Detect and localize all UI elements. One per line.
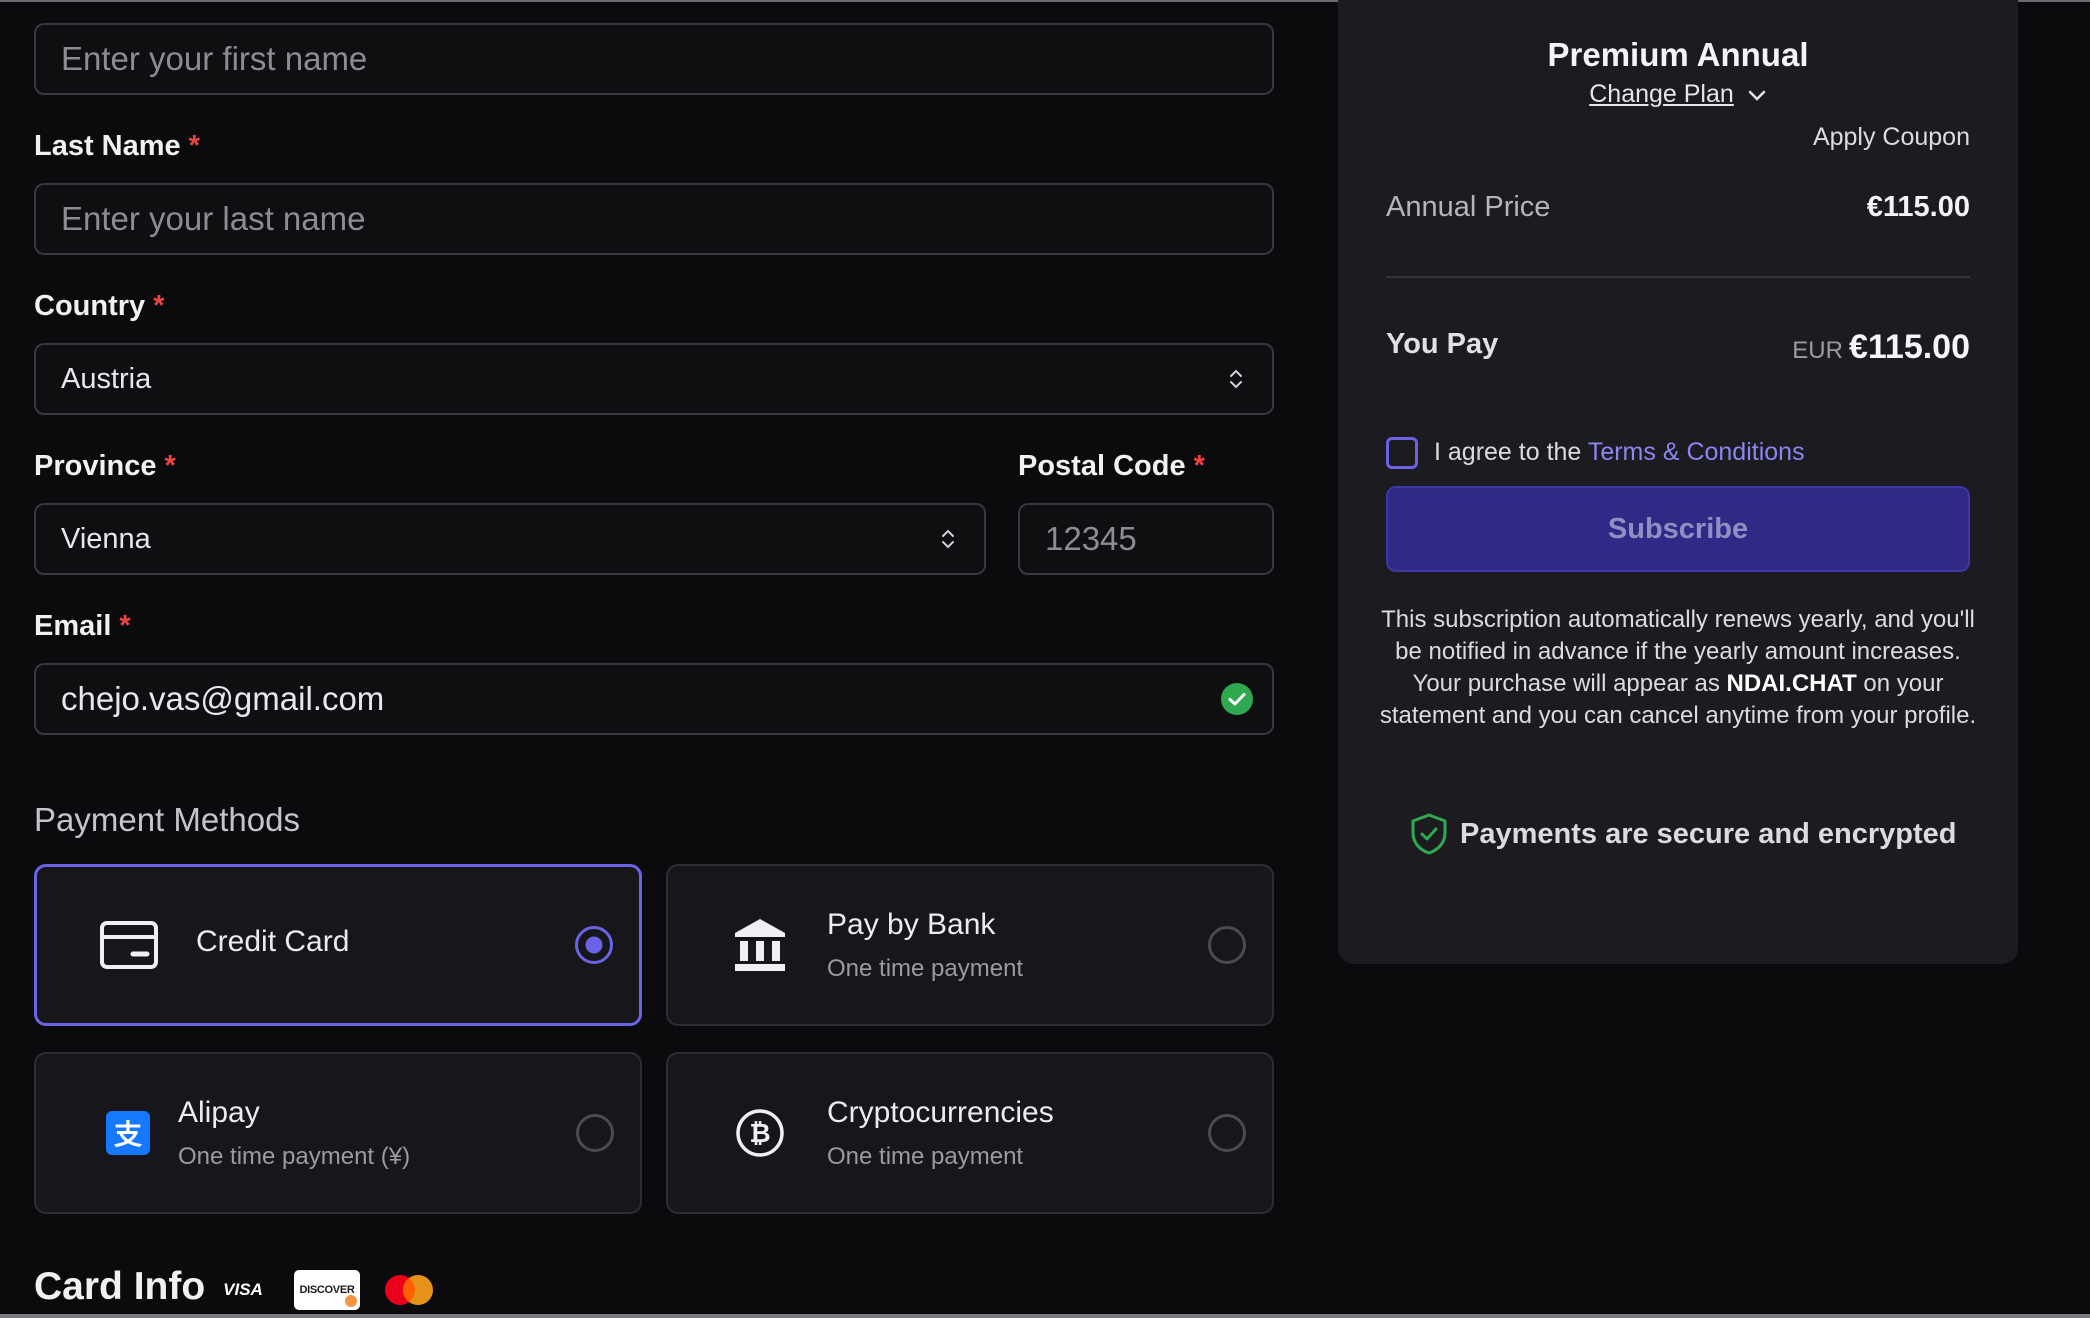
you-pay-label: You Pay — [1386, 328, 1499, 360]
postal-code-input[interactable] — [1045, 520, 1247, 558]
terms-checkbox[interactable] — [1386, 437, 1418, 469]
province-select[interactable]: Vienna — [34, 503, 986, 575]
subscribe-button[interactable]: Subscribe — [1386, 486, 1970, 572]
postal-code-label-text: Postal Code — [1018, 450, 1186, 482]
email-input[interactable] — [61, 680, 1247, 718]
payment-method-title: Credit Card — [196, 925, 350, 958]
card-info-title: Card Info — [34, 1265, 206, 1308]
chevron-down-icon — [1748, 91, 1765, 102]
postal-code-label: Postal Code * — [1018, 450, 1205, 483]
visa-logo-text: VISA — [223, 1280, 263, 1299]
select-chevron-icon — [1230, 369, 1242, 389]
merchant-name: NDAI.CHAT — [1726, 670, 1857, 697]
annual-price-value: €115.00 — [1866, 191, 1970, 223]
first-name-field[interactable] — [34, 23, 1274, 95]
email-label: Email * — [34, 610, 131, 643]
discover-logo-text: DISCOVER — [299, 1284, 355, 1296]
country-label-text: Country — [34, 290, 146, 322]
annual-price-label: Annual Price — [1386, 191, 1551, 223]
svg-text:支: 支 — [114, 1118, 142, 1151]
country-label: Country * — [34, 290, 164, 323]
payment-method-subtitle: One time payment — [827, 955, 1024, 982]
mastercard-icon — [378, 1270, 440, 1310]
terms-link[interactable]: Terms & Conditions — [1588, 438, 1805, 466]
bitcoin-icon: ₿ — [725, 1098, 795, 1168]
plan-name: Premium Annual — [1547, 36, 1809, 73]
required-marker: * — [1193, 450, 1205, 482]
payment-method-credit-card[interactable]: Credit Card — [34, 864, 642, 1026]
payment-method-subtitle: One time payment — [827, 1143, 1024, 1170]
payment-method-radio[interactable] — [1208, 1114, 1246, 1152]
country-select-value: Austria — [61, 362, 152, 395]
renewal-disclaimer: This subscription automatically renews y… — [1378, 604, 1978, 732]
payment-method-crypto[interactable]: ₿ Cryptocurrencies One time payment — [666, 1052, 1274, 1214]
first-name-input[interactable] — [61, 40, 1247, 78]
payment-method-radio[interactable] — [1208, 926, 1246, 964]
shield-check-icon — [1411, 813, 1447, 855]
alipay-icon: 支 — [93, 1098, 163, 1168]
payment-method-alipay[interactable]: 支 Alipay One time payment (¥) — [34, 1052, 642, 1214]
email-field[interactable] — [34, 663, 1274, 735]
required-marker: * — [188, 130, 200, 162]
change-plan-link[interactable]: Change Plan — [1338, 80, 2018, 109]
credit-card-icon — [94, 910, 164, 980]
country-select[interactable]: Austria — [34, 343, 1274, 415]
required-marker: * — [119, 610, 131, 642]
summary-divider — [1386, 276, 1970, 278]
apply-coupon-link[interactable]: Apply Coupon — [1813, 123, 1970, 152]
payment-method-title: Pay by Bank — [827, 908, 996, 941]
discover-logo: DISCOVER — [294, 1270, 360, 1310]
province-label-text: Province — [34, 450, 157, 482]
visa-logo: VISA — [210, 1270, 276, 1310]
payment-method-radio[interactable] — [576, 1114, 614, 1152]
last-name-label-text: Last Name — [34, 130, 181, 162]
you-pay-value: EUR €115.00 — [1792, 328, 1970, 367]
payment-methods-title: Payment Methods — [34, 801, 300, 838]
secure-payments-text: Payments are secure and encrypted — [1460, 817, 1957, 850]
terms-agreement-prefix: I agree to the — [1434, 438, 1582, 466]
you-pay-currency: EUR — [1792, 337, 1843, 364]
last-name-label: Last Name * — [34, 130, 200, 163]
secure-payments-note: Payments are secure and encrypted — [1410, 812, 1956, 856]
select-chevron-icon — [942, 529, 954, 549]
payment-method-subtitle: One time payment (¥) — [178, 1143, 411, 1170]
change-plan-text: Change Plan — [1589, 80, 1734, 108]
postal-code-field[interactable] — [1018, 503, 1274, 575]
you-pay-amount: €115.00 — [1848, 328, 1970, 366]
payment-method-radio[interactable] — [575, 926, 613, 964]
payment-method-title: Cryptocurrencies — [827, 1096, 1054, 1129]
last-name-input[interactable] — [61, 200, 1247, 238]
required-marker: * — [164, 450, 176, 482]
email-label-text: Email — [34, 610, 112, 642]
svg-text:₿: ₿ — [749, 1119, 770, 1149]
terms-agreement: I agree to the Terms & Conditions — [1434, 438, 1805, 467]
payment-method-pay-by-bank[interactable]: Pay by Bank One time payment — [666, 864, 1274, 1026]
required-marker: * — [153, 290, 165, 322]
last-name-field[interactable] — [34, 183, 1274, 255]
payment-method-title: Alipay — [178, 1096, 260, 1129]
order-summary-panel: Premium Annual Change Plan Apply Coupon … — [1338, 0, 2018, 964]
window-bottom-edge — [0, 1314, 2090, 1318]
bank-icon — [725, 910, 795, 980]
province-select-value: Vienna — [61, 522, 151, 555]
check-circle-icon — [1221, 683, 1253, 715]
province-label: Province * — [34, 450, 176, 483]
